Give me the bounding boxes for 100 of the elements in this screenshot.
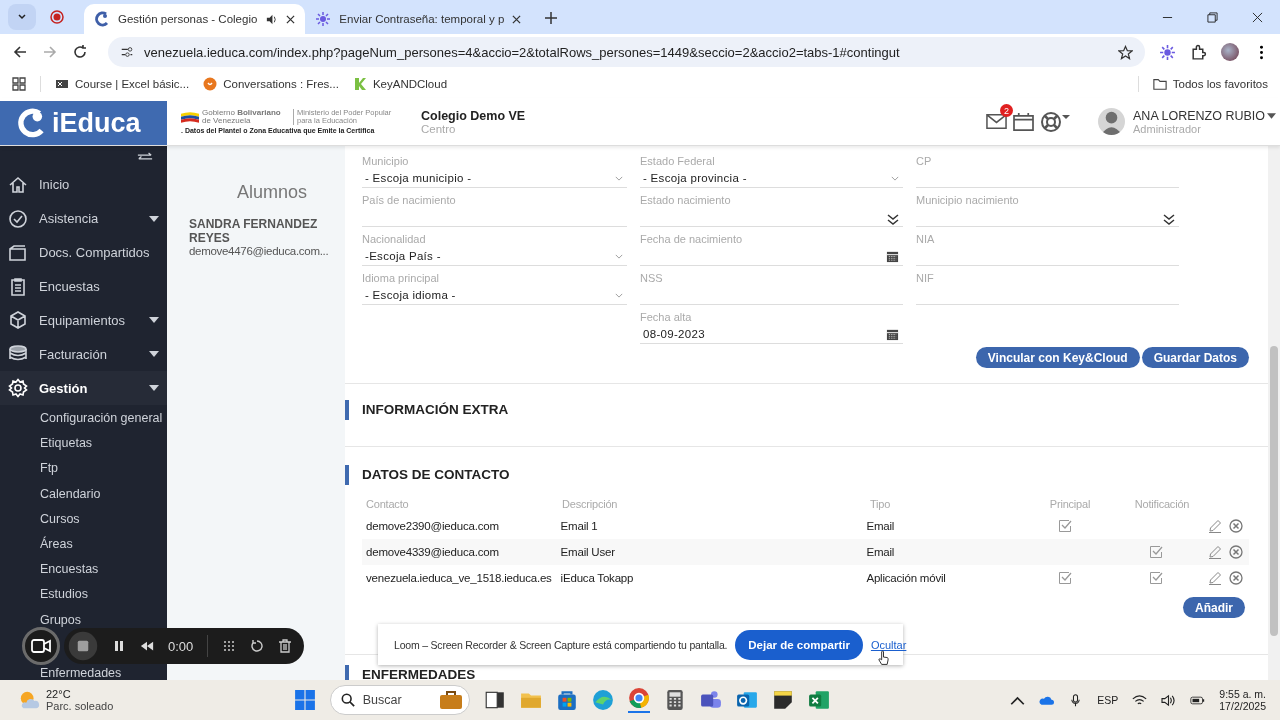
select-field[interactable]: Estado Federal - Escoja provincia - (640, 153, 903, 192)
bookmark-link[interactable]: Conversations : Fres... (203, 77, 339, 91)
extensions-icon[interactable] (1190, 43, 1207, 61)
search-field[interactable]: Buscar (329, 685, 470, 715)
stop-icon[interactable] (68, 631, 98, 661)
remove-circle-icon[interactable] (1229, 519, 1243, 533)
dots-grid-icon[interactable] (222, 639, 237, 653)
sidebar-item[interactable]: Asistencia (0, 201, 167, 236)
remove-circle-icon[interactable] (1229, 545, 1243, 559)
wave-browser-icon[interactable] (591, 689, 614, 711)
select-field[interactable]: Municipio - Escoja municipio - (362, 153, 627, 192)
checked-box-icon[interactable] (1058, 571, 1072, 585)
star-icon[interactable] (1118, 44, 1133, 60)
mail-icon[interactable] (986, 112, 1007, 131)
weather-condition: Parc. soleado (46, 700, 114, 712)
pause-icon[interactable] (112, 639, 126, 653)
edit-pencil-icon[interactable] (1208, 571, 1222, 585)
select-field[interactable]: Idioma principal - Escoja idioma - (362, 270, 627, 309)
column-header: Tipo (869, 498, 892, 510)
back-icon[interactable] (12, 44, 28, 60)
add-button[interactable]: Añadir (1183, 597, 1245, 618)
clock[interactable]: 9:55 a. m. 17/2/2025 (1219, 688, 1266, 712)
url-text: venezuela.ieduca.com/index.php?pageNum_persones=4&accio=2&totalRows_persones=1449&seccio=2&accio2=tabs-1#contingut (144, 44, 901, 60)
sidebar-subitem[interactable]: Ftp (0, 461, 167, 476)
windows-start-icon[interactable] (293, 689, 316, 711)
language-indicator[interactable]: ESP (1097, 694, 1119, 706)
hide-link[interactable]: Ocultar (870, 638, 907, 651)
sidebar-subitem[interactable]: Cursos (0, 511, 167, 526)
remove-circle-icon[interactable] (1229, 571, 1243, 585)
sidebar-subitem[interactable]: Encuestas (0, 562, 167, 577)
calendar-icon[interactable] (1013, 112, 1034, 131)
restart-icon[interactable] (250, 639, 265, 653)
window-icon[interactable] (483, 689, 506, 711)
date-field[interactable]: Fecha alta 08-09-2023 (640, 309, 903, 348)
sidebar-subitem[interactable]: Configuración general (0, 411, 167, 426)
edit-pencil-icon[interactable] (1208, 545, 1222, 559)
sidebar-item[interactable]: Facturación (0, 337, 167, 372)
student-name[interactable]: SANDRA FERNANDEZ REYES (189, 217, 343, 245)
site-info-icon[interactable] (120, 45, 134, 59)
trash-icon[interactable] (278, 639, 293, 653)
form-button[interactable]: Vincular con Key&Cloud (975, 347, 1140, 368)
sidebar-item[interactable]: Gestión (0, 371, 167, 406)
sidebar-subitem[interactable]: Áreas (0, 537, 167, 552)
home-icon (8, 174, 28, 195)
new-tab-icon[interactable] (545, 12, 558, 24)
scrollbar-thumb[interactable] (1270, 346, 1278, 636)
sidebar-item[interactable]: Encuestas (0, 269, 167, 304)
speaker-icon[interactable] (1161, 693, 1177, 707)
sticky-note-icon[interactable] (771, 689, 794, 711)
chevron-down-icon (615, 292, 623, 298)
help-lifebuoy-icon[interactable] (1040, 110, 1070, 133)
edit-pencil-icon[interactable] (1208, 519, 1222, 533)
caret-icon (17, 12, 27, 22)
sidebar-subitem[interactable]: Calendario (0, 486, 167, 501)
spreadsheet-icon (55, 77, 69, 91)
sidebar-item[interactable]: Equipamientos (0, 303, 167, 338)
close-icon[interactable] (512, 14, 522, 24)
record-icon[interactable] (50, 10, 64, 24)
table-cell-text: demove4339@ieduca.com (365, 546, 500, 558)
checked-box-icon[interactable] (1149, 545, 1164, 559)
all-bookmarks-folder[interactable]: Todos los favoritos (1152, 77, 1268, 91)
bookmark-link[interactable]: KeyANDCloud (352, 77, 448, 91)
sun-icon[interactable] (1159, 43, 1176, 61)
address-bar[interactable]: venezuela.ieduca.com/index.php?pageNum_persones=4&accio=2&totalRows_persones=1449&seccio=2&accio2=tabs-1#contingut (108, 37, 1145, 67)
browser-tab[interactable]: Gestión personas - Colegio (84, 4, 306, 34)
sidebar-item[interactable]: Docs. Compartidos (0, 235, 167, 270)
column-header: Notificación (1133, 498, 1191, 510)
form-button[interactable]: Guardar Datos (1141, 347, 1249, 368)
sidebar-subitem[interactable]: Enfermedades (0, 665, 167, 680)
reload-icon[interactable] (72, 44, 88, 60)
user-avatar[interactable] (1098, 108, 1125, 135)
profile-avatar[interactable] (1221, 43, 1239, 61)
swap-arrows-icon[interactable] (137, 152, 153, 162)
sidebar-subitem[interactable]: Etiquetas (0, 436, 167, 451)
spreadsheet-icon[interactable] (807, 689, 830, 711)
people-icon[interactable] (699, 689, 722, 711)
checked-box-icon[interactable] (1058, 519, 1072, 533)
browser-tab[interactable]: Enviar Contraseña: temporal y p (305, 4, 532, 34)
user-menu[interactable]: ANA LORENZO RUBIO (1133, 108, 1276, 123)
stop-sharing-button[interactable]: Dejar de compartir (735, 629, 863, 660)
temperature: 22°C (46, 688, 72, 700)
caret-icon (1267, 112, 1276, 119)
select-field[interactable]: Nacionalidad -Escoja País - (362, 231, 627, 270)
rewind-icon[interactable] (140, 639, 154, 653)
chrome-taskbar-button[interactable] (627, 687, 650, 713)
sidebar-subitem[interactable]: Estudios (0, 587, 167, 602)
apps-icon[interactable] (12, 77, 26, 91)
bookmark-link[interactable]: Course | Excel básic... (55, 77, 190, 91)
school-role: Centro (421, 122, 456, 135)
store-bag-icon[interactable] (555, 689, 578, 711)
close-icon[interactable] (286, 14, 296, 24)
logo-panel[interactable]: iEduca (0, 101, 167, 145)
notification-badge: 2 (1000, 104, 1013, 117)
sidebar-subitem[interactable]: Grupos (0, 612, 167, 627)
sidebar-item[interactable]: Inicio (0, 167, 167, 202)
tab-list-button[interactable] (8, 4, 36, 30)
mail-app-icon[interactable] (735, 689, 758, 711)
table-cell-text: Aplicación móvil (865, 572, 947, 584)
checked-box-icon[interactable] (1149, 571, 1164, 585)
wifi-icon[interactable] (1132, 693, 1148, 707)
